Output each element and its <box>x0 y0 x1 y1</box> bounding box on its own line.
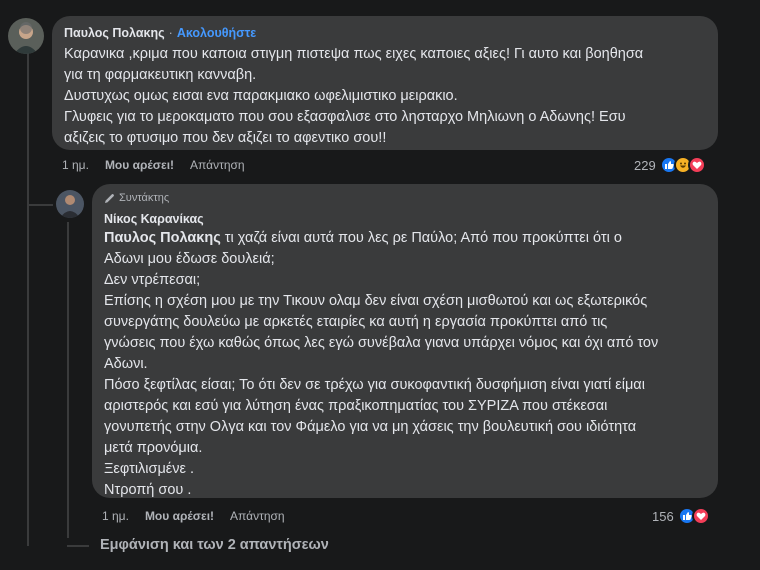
comment-bubble: Παυλος Πολακης · Ακολουθήστε Καρανικα ,κ… <box>52 16 718 150</box>
comment-line: συνεργάτης δουλεύω με αρκετές εταιρίες κ… <box>104 314 608 330</box>
follow-button[interactable]: Ακολουθήστε <box>177 26 256 40</box>
thread-line-reply <box>67 222 69 538</box>
comment-line: αξιζεις το φτυσιμο που δεν αξιζει το αφε… <box>64 130 387 146</box>
comment-line: μετά προνόμια. <box>104 440 203 456</box>
comment-line: γονυπετής στην Ολγα και τον Φάμελο για ν… <box>104 419 637 435</box>
comment-line: Καρανικα ,κριμα που καποια στιγμη πιστεψ… <box>64 46 644 62</box>
comment-line: Πόσο ξεφτίλας είσαι; Το ότι δεν σε τρέχω… <box>104 377 645 393</box>
thread-line-reply-connector <box>27 204 53 206</box>
comment-time[interactable]: 1 ημ. <box>62 158 89 172</box>
comment-actions: 1 ημ. Μου αρέσει! Απάντηση <box>102 509 301 523</box>
pencil-icon <box>105 193 114 203</box>
comment-line: Αδωνι μου έδωσε δουλειά; <box>104 251 275 267</box>
separator-dot: · <box>168 26 173 40</box>
like-button[interactable]: Μου αρέσει! <box>145 509 214 523</box>
comment-author[interactable]: Παυλος Πολακης <box>64 26 165 40</box>
badge-label: Συντάκτης <box>119 192 170 204</box>
comment-line: Παυλος Πολακης τι χαζά είναι αυτά που λε… <box>104 228 658 249</box>
comment-line: Ντροπή σου . <box>104 482 192 498</box>
reactions-summary[interactable]: 229 <box>634 156 706 174</box>
avatar[interactable] <box>8 18 44 54</box>
comment-line: Δεν ντρέπεσαι; <box>104 272 201 288</box>
comment-line: Επίσης η σχέση μου με την Τικουν ολαμ δε… <box>104 293 648 309</box>
comment-text: Παυλος Πολακης τι χαζά είναι αυτά που λε… <box>104 228 658 501</box>
like-button[interactable]: Μου αρέσει! <box>105 158 174 172</box>
comment-line: Δυστυχως ομως εισαι ενα παρακμιακο ωφελι… <box>64 88 458 104</box>
reply-button[interactable]: Απάντηση <box>230 509 285 523</box>
comment-line: γνώσεις που έχω καθώς όπως λες εγώ συνέβ… <box>104 335 659 351</box>
comment-actions: 1 ημ. Μου αρέσει! Απάντηση <box>62 158 261 172</box>
mention-link[interactable]: Παυλος Πολακης <box>104 230 221 246</box>
comment-text: Καρανικα ,κριμα που καποια στιγμη πιστεψ… <box>64 44 643 149</box>
reaction-count: 156 <box>652 508 674 524</box>
comment-line: Αδωνι. <box>104 356 148 372</box>
comment-time[interactable]: 1 ημ. <box>102 509 129 523</box>
avatar[interactable] <box>56 190 84 218</box>
love-reaction-icon <box>691 507 710 525</box>
reactions-summary[interactable]: 156 <box>652 507 710 525</box>
reaction-count: 229 <box>634 157 656 173</box>
author-badge: Συντάκτης <box>104 192 169 204</box>
comment-line: αριστερός και εσύ για λύτηση ένας πραξικ… <box>104 398 608 414</box>
comment-line: για τη φαρμακευτικη κανναβη. <box>64 67 257 83</box>
thread-line-more-connector <box>67 545 89 547</box>
thread-line-main <box>27 52 29 546</box>
comment-bubble: Συντάκτης Νίκος Καρανίκας Παυλος Πολακης… <box>92 184 718 498</box>
comment-line-text: τι χαζά είναι αυτά που λες ρε Παύλο; Από… <box>220 230 622 246</box>
view-more-replies-link[interactable]: Εμφάνιση και των 2 απαντήσεων <box>100 537 329 553</box>
love-reaction-icon <box>687 156 706 174</box>
reply-button[interactable]: Απάντηση <box>190 158 245 172</box>
comment-author[interactable]: Νίκος Καρανίκας <box>104 212 204 226</box>
comment-line: Ξεφτιλισμένε . <box>104 461 195 477</box>
comment-line: Γλυφεις για το μεροκαματο που σου εξασφα… <box>64 109 626 125</box>
